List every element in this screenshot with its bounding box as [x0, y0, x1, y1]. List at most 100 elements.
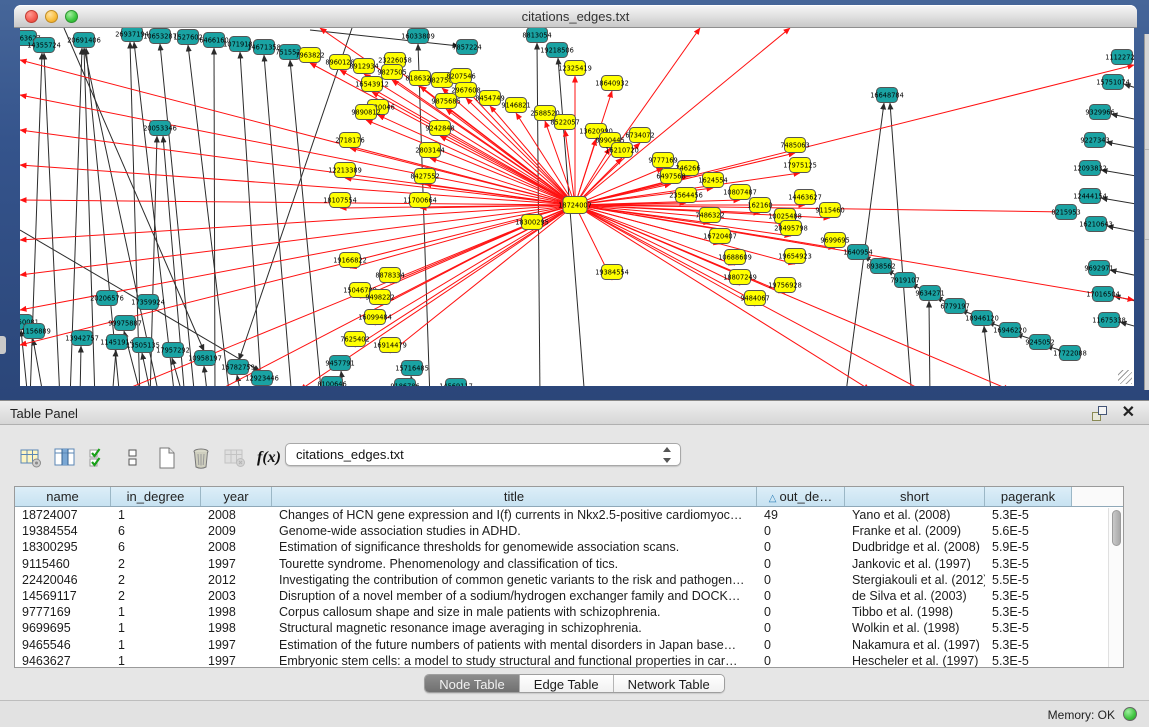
graph-node[interactable]: 9115460: [815, 203, 844, 218]
column-header-name[interactable]: name: [15, 487, 111, 506]
graph-node[interactable]: 162160: [747, 198, 772, 213]
graph-node[interactable]: 2803144: [415, 143, 444, 158]
graph-node[interactable]: 9457791: [325, 356, 354, 371]
column-header-out_de[interactable]: △out_de…: [757, 487, 845, 506]
graph-node[interactable]: 2718176: [335, 133, 364, 148]
graph-node[interactable]: 12093832: [1073, 161, 1107, 176]
graph-node[interactable]: 18946120: [965, 311, 999, 326]
table-row[interactable]: 946362711997Embryonic stem cells: a mode…: [15, 653, 1123, 668]
graph-node[interactable]: 11156889: [20, 324, 51, 339]
graph-node[interactable]: 14463627: [788, 190, 822, 205]
float-panel-icon[interactable]: [1092, 406, 1107, 421]
graph-edge[interactable]: [558, 58, 585, 386]
graph-node[interactable]: 8454749: [475, 91, 504, 106]
graph-node[interactable]: 16914479: [373, 338, 407, 353]
graph-edge[interactable]: [20, 60, 575, 205]
table-settings-icon[interactable]: [14, 442, 48, 474]
new-table-icon[interactable]: [150, 442, 184, 474]
graph-node[interactable]: 6734072: [625, 128, 654, 143]
graph-edge[interactable]: [214, 48, 215, 386]
graph-node[interactable]: 18640932: [595, 76, 629, 91]
graph-node[interactable]: 9890812: [351, 105, 380, 120]
table-row[interactable]: 1872400712008Changes of HCN gene express…: [15, 507, 1123, 523]
graph-node[interactable]: 9634271: [915, 286, 944, 301]
graph-edge[interactable]: [130, 42, 140, 386]
graph-node[interactable]: 9777169: [648, 153, 677, 168]
graph-node[interactable]: 20691406: [67, 33, 101, 48]
graph-edge[interactable]: [1106, 142, 1134, 150]
graph-node[interactable]: 17016504: [1086, 287, 1120, 302]
tab-node-table[interactable]: Node Table: [425, 675, 520, 692]
column-header-in_degree[interactable]: in_degree: [111, 487, 201, 506]
import-table-icon[interactable]: [218, 442, 252, 474]
graph-edge[interactable]: [984, 326, 992, 386]
graph-edge[interactable]: [240, 52, 262, 386]
graph-node[interactable]: 8215953: [1051, 205, 1080, 220]
network-view-canvas[interactable]: 9463627143557242069140626937194106532871…: [20, 28, 1134, 386]
graph-edge[interactable]: [33, 339, 44, 386]
graph-node[interactable]: 14569117: [439, 379, 473, 387]
graph-edge[interactable]: [440, 136, 575, 205]
graph-node[interactable]: 1527602: [173, 30, 202, 45]
show-columns-icon[interactable]: [48, 442, 82, 474]
table-row[interactable]: 977716911998Corpus callosum shape and si…: [15, 604, 1123, 620]
graph-edge[interactable]: [575, 200, 740, 205]
graph-node[interactable]: 8878334: [375, 268, 404, 283]
desktop-left-tab[interactable]: [0, 336, 6, 354]
graph-node[interactable]: 20206576: [90, 291, 124, 306]
graph-node[interactable]: 8522057: [550, 115, 579, 130]
graph-hub-node[interactable]: 18724007: [558, 197, 592, 214]
table-row[interactable]: 946554611997Estimation of the future num…: [15, 637, 1123, 653]
graph-node[interactable]: 9875685: [431, 94, 460, 109]
graph-node[interactable]: 8207546: [446, 69, 475, 84]
graph-edge[interactable]: [350, 205, 575, 268]
graph-node[interactable]: 15751074: [1096, 75, 1130, 90]
graph-node[interactable]: 7485063: [780, 138, 809, 153]
graph-node[interactable]: 1640954: [843, 245, 872, 260]
graph-node[interactable]: 18807249: [723, 270, 757, 285]
table-row[interactable]: 1830029562008Estimation of significance …: [15, 539, 1123, 555]
graph-node[interactable]: 19166822: [333, 253, 367, 268]
row-height-icon[interactable]: [116, 442, 150, 474]
graph-node[interactable]: 8912934: [349, 59, 378, 74]
graph-edge[interactable]: [20, 200, 575, 205]
graph-node[interactable]: 9498222: [365, 290, 394, 305]
graph-edge[interactable]: [264, 55, 292, 386]
graph-node[interactable]: 9692971: [1084, 261, 1113, 276]
table-row[interactable]: 2242004622012Investigating the contribut…: [15, 572, 1123, 588]
graph-node[interactable]: 17975125: [783, 158, 817, 173]
graph-node[interactable]: 16648784: [870, 88, 904, 103]
column-header-title[interactable]: title: [272, 487, 757, 506]
graph-node[interactable]: 9242848: [425, 121, 454, 136]
table-vertical-scrollbar[interactable]: [1108, 508, 1123, 668]
graph-node[interactable]: 6497568: [656, 169, 685, 184]
graph-node[interactable]: 9484067: [740, 291, 769, 306]
graph-node[interactable]: 15716485: [395, 361, 429, 376]
graph-node[interactable]: 1624554: [698, 173, 727, 188]
graph-edge[interactable]: [929, 301, 930, 386]
graph-node[interactable]: 17957292: [156, 343, 190, 358]
graph-node[interactable]: 9699695: [820, 233, 849, 248]
graph-node[interactable]: 9245052: [1025, 335, 1054, 350]
close-panel-icon[interactable]: ✕: [1122, 404, 1135, 422]
graph-node[interactable]: 10688609: [718, 250, 752, 265]
graph-node[interactable]: 7919107: [890, 273, 919, 288]
table-row[interactable]: 969969511998Structural magnetic resonanc…: [15, 620, 1123, 636]
graph-node[interactable]: 8813054: [522, 28, 551, 43]
graph-edge[interactable]: [160, 44, 195, 386]
graph-edge[interactable]: [112, 350, 116, 386]
graph-node[interactable]: 7963822: [295, 48, 324, 63]
scrollbar-thumb[interactable]: [1112, 510, 1121, 546]
tab-network-table[interactable]: Network Table: [614, 675, 724, 692]
graph-node[interactable]: 17359924: [131, 295, 165, 310]
graph-node[interactable]: 17722088: [1053, 346, 1087, 361]
graph-node[interactable]: 7486322: [695, 208, 724, 223]
graph-node[interactable]: 7857224: [452, 40, 481, 55]
citation-network-graph[interactable]: 9463627143557242069140626937194106532871…: [20, 28, 1134, 386]
graph-node[interactable]: 16946220: [993, 323, 1027, 338]
graph-node[interactable]: 9827505: [377, 65, 406, 80]
graph-edge[interactable]: [575, 205, 795, 264]
graph-node[interactable]: 11675338: [1092, 313, 1126, 328]
graph-node[interactable]: 8427552: [410, 169, 439, 184]
memory-status-led-icon[interactable]: [1123, 707, 1137, 721]
